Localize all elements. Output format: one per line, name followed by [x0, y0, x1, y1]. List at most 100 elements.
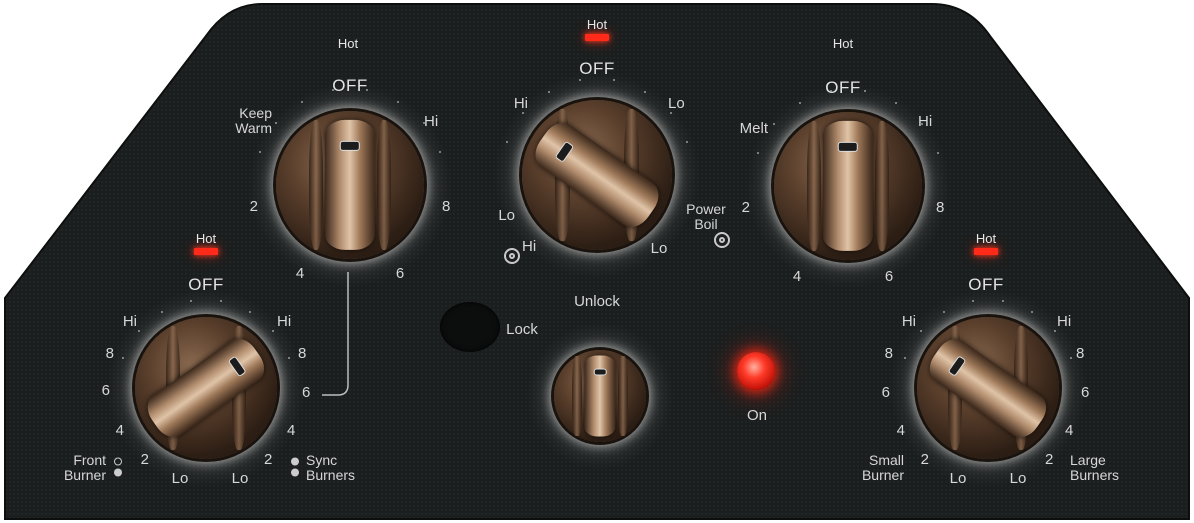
scale-tick	[397, 100, 399, 103]
scale-tick	[365, 89, 368, 92]
scale-tick	[756, 152, 759, 155]
left-rear-burner-knob[interactable]	[276, 111, 424, 259]
scale-tick	[1002, 300, 1005, 303]
scale-tick	[830, 90, 833, 93]
scale-tick	[272, 330, 275, 333]
scale-tick	[904, 356, 907, 359]
right-front-8-left-label: 8	[884, 345, 893, 362]
scale-tick	[161, 310, 163, 313]
left-front-hi-right-label: Hi	[277, 313, 292, 330]
left-front-hot-led	[194, 248, 218, 255]
scale-tick	[1069, 356, 1072, 359]
left-front-lo-right-label: Lo	[231, 470, 249, 487]
scale-tick	[895, 101, 897, 104]
left-front-4-left-label: 4	[115, 422, 124, 439]
small-burner-label: Small Burner	[861, 452, 904, 483]
sync-burners-icon	[291, 457, 299, 477]
scale-tick	[943, 310, 945, 313]
scale-tick	[579, 79, 582, 82]
left-front-hot-label: Hot	[195, 231, 217, 246]
scale-tick	[301, 100, 303, 103]
left-rear-2-label: 2	[249, 198, 258, 215]
scale-tick	[1031, 310, 1033, 313]
center-lo-left-label: Lo	[498, 207, 515, 224]
right-front-hi-right-label: Hi	[1057, 313, 1072, 330]
scale-tick	[220, 300, 223, 303]
knob-grip	[822, 120, 874, 252]
boil-icon	[504, 248, 520, 264]
power-boil-icon	[714, 232, 730, 248]
left-rear-4-label: 4	[295, 265, 305, 282]
right-rear-off-label: OFF	[825, 78, 861, 97]
center-hi-bottom-label: Hi	[522, 238, 537, 255]
scale-tick	[249, 310, 251, 313]
left-front-2-left-label: 2	[140, 451, 149, 468]
left-front-off-label: OFF	[188, 275, 224, 294]
right-rear-6-label: 6	[884, 268, 894, 285]
center-hot-led	[585, 34, 609, 41]
left-rear-8-label: 8	[442, 198, 451, 215]
lock-label: Lock	[506, 321, 538, 338]
right-front-off-label: OFF	[968, 275, 1004, 294]
knob-grip	[584, 355, 616, 437]
left-front-2-right-label: 2	[264, 451, 273, 468]
right-rear-hot-indicator: Hot	[833, 37, 853, 51]
scale-tick	[644, 90, 646, 93]
unlock-knob[interactable]	[554, 350, 646, 442]
right-front-6-left-label: 6	[881, 384, 890, 401]
scale-tick	[686, 141, 689, 144]
sync-burners-label: Sync Burners	[306, 452, 356, 483]
scale-tick	[189, 300, 192, 303]
right-front-burner-knob[interactable]	[917, 317, 1059, 459]
center-burner-knob[interactable]	[522, 100, 672, 250]
scale-tick	[799, 101, 801, 104]
center-lo-top-label: Lo	[668, 95, 685, 112]
right-front-hot-label: Hot	[975, 231, 997, 246]
scale-tick	[137, 330, 140, 333]
on-label: On	[746, 407, 768, 424]
scale-tick	[919, 330, 922, 333]
left-front-hot-indicator: Hot	[194, 232, 218, 255]
right-front-6-right-label: 6	[1081, 384, 1090, 401]
right-front-4-right-label: 4	[1065, 422, 1074, 439]
center-off-label: OFF	[579, 59, 615, 78]
scale-tick	[548, 90, 550, 93]
right-front-lo-right-label: Lo	[1009, 470, 1027, 487]
left-front-8-right-label: 8	[298, 345, 307, 362]
scale-tick	[937, 152, 940, 155]
left-front-lo-left-label: Lo	[171, 470, 189, 487]
left-front-6-right-label: 6	[302, 384, 311, 401]
left-front-burner-knob[interactable]	[135, 317, 277, 459]
scale-tick	[522, 112, 525, 115]
scale-tick	[669, 112, 672, 115]
scale-tick	[258, 151, 261, 154]
right-rear-2-label: 2	[741, 199, 750, 216]
large-burners-label: Large Burners	[1070, 452, 1120, 483]
scale-tick	[287, 356, 290, 359]
right-front-hi-left-label: Hi	[901, 313, 916, 330]
center-hot-indicator: Hot	[585, 18, 609, 41]
left-rear-6-label: 6	[395, 265, 405, 282]
unlock-label: Unlock	[574, 293, 620, 310]
scale-tick	[332, 89, 335, 92]
scale-tick	[122, 356, 125, 359]
on-indicator-light	[737, 352, 775, 390]
scale-tick	[773, 123, 776, 126]
left-rear-hot-label: Hot	[337, 36, 359, 51]
right-rear-burner-knob[interactable]	[774, 112, 922, 260]
scale-tick	[920, 123, 923, 126]
right-front-4-left-label: 4	[896, 422, 905, 439]
knob-grip	[922, 332, 1054, 444]
right-rear-hi-label: Hi	[918, 113, 933, 130]
scale-tick	[971, 300, 974, 303]
lock-touch-pad[interactable]	[440, 302, 500, 352]
left-rear-hi-label: Hi	[424, 113, 439, 130]
front-burner-icon	[114, 457, 122, 477]
left-front-4-right-label: 4	[287, 422, 296, 439]
left-rear-keep-warm-label: Keep Warm	[235, 105, 272, 136]
scale-tick	[439, 151, 442, 154]
right-front-hot-led	[974, 248, 998, 255]
scale-tick	[505, 141, 508, 144]
right-front-8-right-label: 8	[1076, 345, 1085, 362]
knob-grip	[140, 332, 272, 444]
